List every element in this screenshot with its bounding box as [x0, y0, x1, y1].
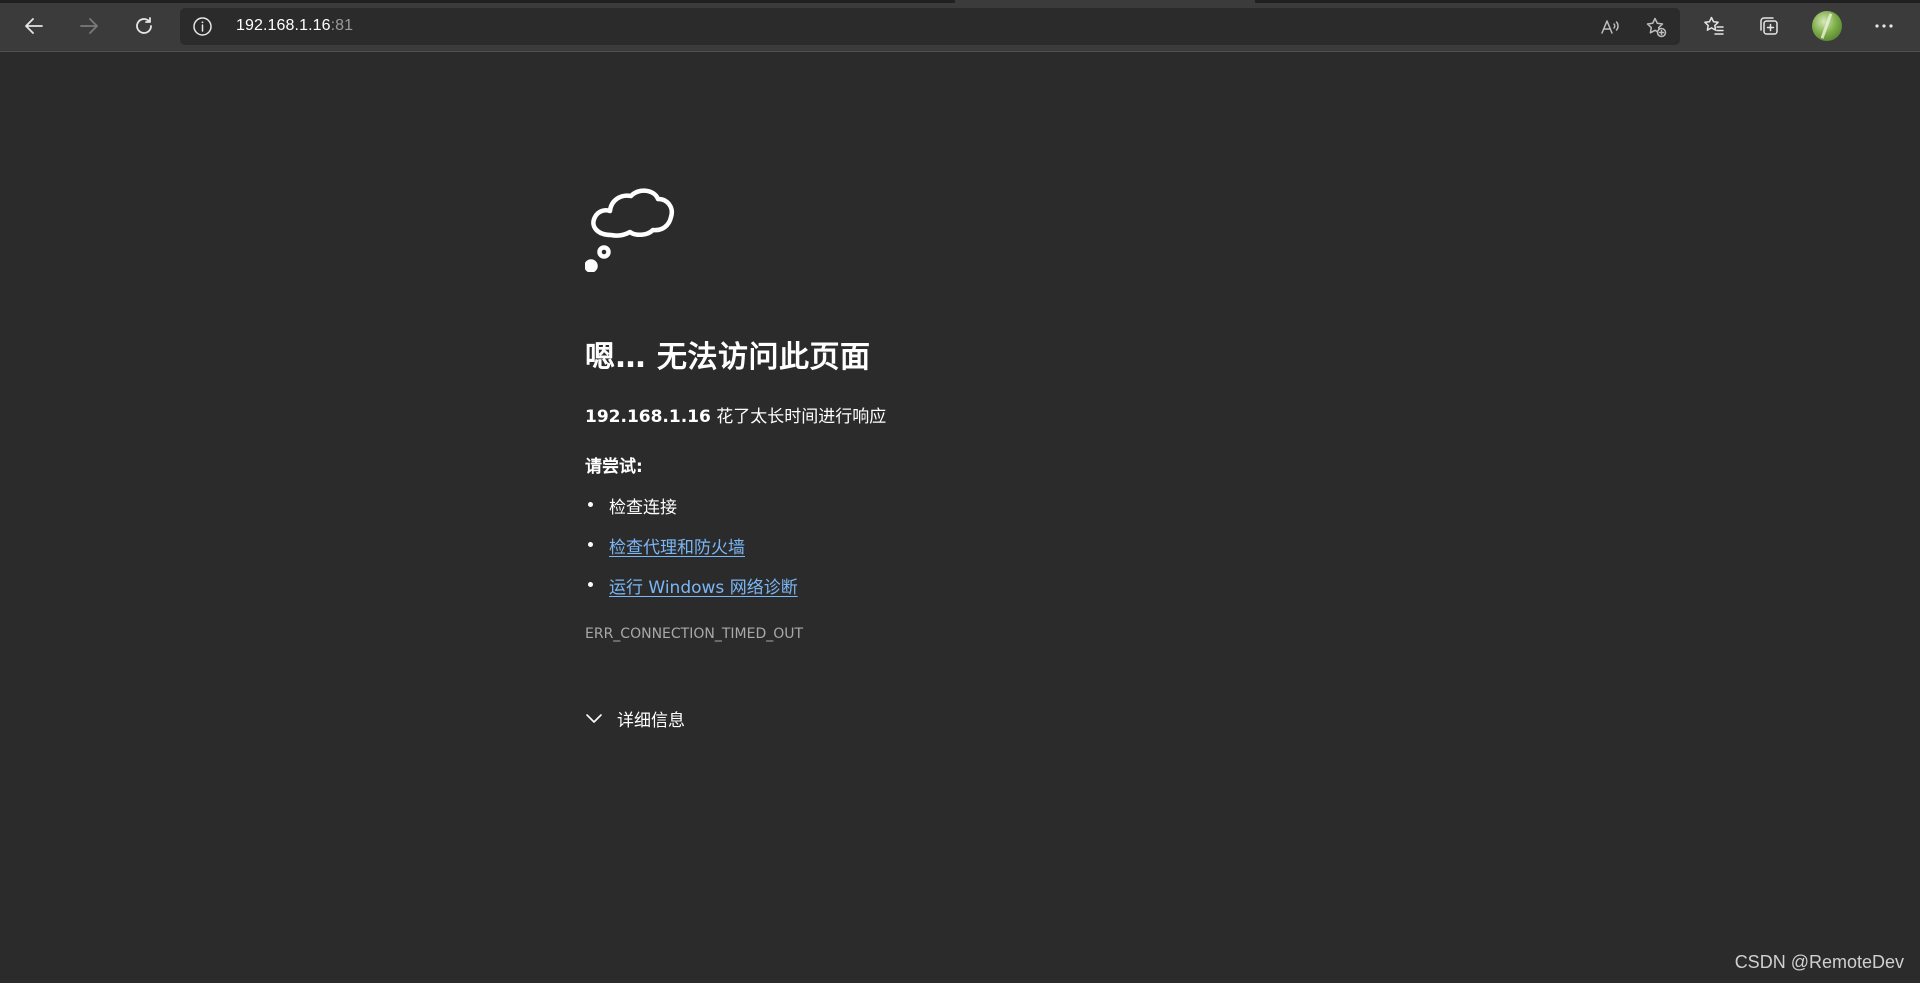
more-icon — [1873, 15, 1895, 37]
browser-toolbar: 192.168.1.16:81 — [0, 0, 1920, 52]
url-host: 192.168.1.16 — [236, 17, 331, 34]
error-code: ERR_CONNECTION_TIMED_OUT — [585, 626, 804, 642]
url-port: :81 — [330, 17, 354, 34]
forward-button[interactable] — [71, 8, 107, 44]
tab-strip — [0, 0, 1920, 3]
info-icon[interactable] — [192, 16, 213, 37]
favorites-button[interactable] — [1696, 8, 1732, 44]
list-item: 检查代理和防火墙 — [585, 533, 798, 573]
read-aloud-icon[interactable] — [1596, 13, 1624, 41]
address-bar[interactable]: 192.168.1.16:81 — [180, 8, 1680, 45]
details-toggle-button[interactable]: 详细信息 — [585, 704, 685, 732]
avatar[interactable] — [1812, 11, 1842, 41]
refresh-icon — [133, 15, 155, 37]
suggestion-check-connection: 检查连接 — [609, 498, 677, 518]
try-label: 请尝试: — [585, 457, 643, 477]
page-title: 嗯… 无法访问此页面 — [585, 340, 871, 375]
add-favorite-icon[interactable] — [1642, 13, 1670, 41]
refresh-button[interactable] — [126, 8, 162, 44]
error-description: 花了太长时间进行响应 — [710, 407, 887, 427]
list-item: 运行 Windows 网络诊断 — [585, 573, 798, 613]
forward-arrow-icon — [78, 15, 100, 37]
watermark: CSDN @RemoteDev — [1734, 952, 1904, 972]
more-button[interactable] — [1866, 8, 1902, 44]
suggestion-check-proxy-firewall-link[interactable]: 检查代理和防火墙 — [609, 538, 745, 558]
error-message: 192.168.1.16 花了太长时间进行响应 — [585, 402, 886, 427]
collections-button[interactable] — [1751, 8, 1787, 44]
address-url[interactable]: 192.168.1.16:81 — [236, 17, 353, 35]
collections-icon — [1758, 15, 1780, 37]
back-button[interactable] — [16, 8, 52, 44]
error-host: 192.168.1.16 — [585, 407, 711, 427]
suggestion-network-diagnostics-link[interactable]: 运行 Windows 网络诊断 — [609, 578, 798, 598]
back-arrow-icon — [23, 15, 45, 37]
list-item: 检查连接 — [585, 493, 798, 533]
details-label: 详细信息 — [617, 710, 685, 731]
favorites-icon — [1703, 15, 1725, 37]
suggestion-list: 检查连接 检查代理和防火墙 运行 Windows 网络诊断 — [585, 493, 798, 613]
thought-cloud-icon — [584, 180, 677, 273]
chevron-down-icon — [585, 708, 613, 728]
